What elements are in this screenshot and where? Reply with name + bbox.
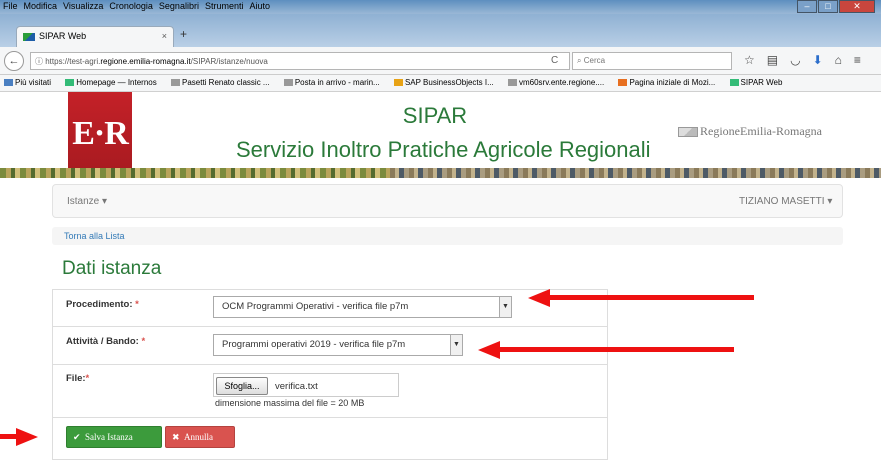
browser-menubar: File Modifica Visualizza Cronologia Segnalib… bbox=[0, 0, 881, 14]
bookmark-item[interactable]: Posta in arrivo - marin... bbox=[283, 78, 386, 87]
search-input[interactable]: ⌕ Cerca bbox=[572, 52, 732, 70]
attivita-label: Attività / Bando: * bbox=[66, 336, 146, 347]
procedimento-label: Procedimento: * bbox=[66, 299, 139, 310]
maximize-icon[interactable]: □ bbox=[818, 0, 838, 13]
url-bar[interactable]: ⓘ https://test-agri.regione.emilia-romag… bbox=[30, 52, 570, 70]
annotation-arrow-icon bbox=[528, 289, 550, 307]
check-icon: ✔ bbox=[73, 432, 81, 442]
sipar-favicon-icon bbox=[23, 32, 35, 41]
bookmark-item[interactable]: Homepage — Internos bbox=[65, 78, 163, 87]
menu-aiuto[interactable]: Aiuto bbox=[246, 0, 273, 12]
page-title: Dati istanza bbox=[62, 258, 162, 279]
bookmark-item[interactable]: SAP BusinessObjects I... bbox=[393, 78, 500, 87]
site-subtitle: Servizio Inoltro Pratiche Agricole Regio… bbox=[236, 137, 651, 162]
back-arrow-icon[interactable]: ← bbox=[4, 51, 24, 71]
home-icon[interactable]: ⌂ bbox=[835, 53, 842, 67]
procedimento-value: OCM Programmi Operativi - verifica file … bbox=[222, 301, 409, 312]
close-tab-icon[interactable]: × bbox=[162, 31, 167, 41]
menu-strumenti[interactable]: Strumenti bbox=[202, 0, 247, 12]
close-window-icon[interactable]: ✕ bbox=[839, 0, 875, 13]
form-row-divider bbox=[53, 326, 607, 327]
bookmark-item[interactable]: SIPAR Web bbox=[729, 78, 789, 87]
url-path: /SIPAR/istanze/nuova bbox=[190, 57, 268, 66]
header-photo-strip-right bbox=[390, 168, 881, 178]
region-logo: RegioneEmilia-Romagna bbox=[678, 124, 822, 139]
annotation-arrow-shaft bbox=[498, 347, 734, 352]
site-title: SIPAR bbox=[402, 103, 468, 128]
form-row-divider bbox=[53, 364, 607, 365]
annotation-arrow-shaft bbox=[0, 434, 16, 439]
minimize-icon[interactable]: – bbox=[797, 0, 817, 13]
menu-cronologia[interactable]: Cronologia bbox=[106, 0, 156, 12]
menu-file[interactable]: File bbox=[0, 0, 21, 12]
er-logo: E·R bbox=[68, 92, 132, 176]
save-button[interactable]: ✔ Salva Istanza bbox=[66, 426, 162, 448]
app-navbar bbox=[52, 184, 843, 218]
hamburger-menu-icon[interactable]: ≡ bbox=[854, 53, 861, 67]
search-placeholder: Cerca bbox=[583, 56, 606, 65]
menu-modifica[interactable]: Modifica bbox=[21, 0, 61, 12]
library-icon[interactable]: ▤ bbox=[767, 53, 778, 67]
star-icon[interactable]: ☆ bbox=[744, 53, 755, 67]
menu-visualizza[interactable]: Visualizza bbox=[60, 0, 106, 12]
new-tab-icon[interactable]: + bbox=[180, 27, 187, 41]
info-icon: ⓘ bbox=[35, 57, 43, 66]
form-row-divider bbox=[53, 417, 607, 418]
url-prefix: https://test-agri. bbox=[45, 57, 101, 66]
bookmark-item[interactable]: vm60srv.ente.regione.... bbox=[507, 78, 610, 87]
procedimento-select[interactable]: OCM Programmi Operativi - verifica file … bbox=[213, 296, 512, 318]
annotation-arrow-icon bbox=[478, 341, 500, 359]
bookmarks-bar: Più visitati Homepage — Internos Pasetti… bbox=[0, 75, 881, 92]
menu-segnalibri[interactable]: Segnalibri bbox=[156, 0, 202, 12]
chevron-down-icon: ▼ bbox=[499, 297, 511, 317]
window-controls: – □ ✕ bbox=[796, 0, 875, 14]
chevron-down-icon: ▼ bbox=[450, 335, 462, 355]
pocket-icon[interactable]: ◡ bbox=[790, 53, 800, 67]
annotation-arrow-icon bbox=[16, 428, 38, 446]
attivita-select[interactable]: Programmi operativi 2019 - verifica file… bbox=[213, 334, 463, 356]
tab-title: SIPAR Web bbox=[39, 31, 87, 41]
user-menu[interactable]: TIZIANO MASETTI ▾ bbox=[739, 196, 832, 207]
browse-button[interactable]: Sfoglia... bbox=[216, 377, 268, 395]
x-icon: ✖ bbox=[172, 432, 180, 442]
region-mark-icon bbox=[678, 127, 698, 138]
browser-tab[interactable]: SIPAR Web × bbox=[16, 26, 174, 47]
download-icon[interactable]: ⬇ bbox=[813, 53, 823, 67]
file-label: File:* bbox=[66, 373, 90, 384]
bookmark-item[interactable]: Pagina iniziale di Mozi... bbox=[618, 78, 721, 87]
attivita-value: Programmi operativi 2019 - verifica file… bbox=[222, 339, 406, 350]
breadcrumb-back-link[interactable]: Torna alla Lista bbox=[52, 227, 843, 245]
file-name: verifica.txt bbox=[275, 381, 318, 392]
istanze-menu[interactable]: Istanze ▾ bbox=[67, 196, 107, 207]
url-domain: regione.emilia-romagna.it bbox=[100, 57, 191, 66]
browser-toolbar-icons: ☆ ▤ ◡ ⬇ ⌂ ≡ bbox=[744, 53, 861, 67]
bookmark-item[interactable]: Pasetti Renato classic ... bbox=[170, 78, 276, 87]
reload-icon[interactable]: C bbox=[551, 55, 558, 66]
annotation-arrow-shaft bbox=[546, 295, 754, 300]
file-size-hint: dimensione massima del file = 20 MB bbox=[215, 398, 365, 408]
search-icon: ⌕ bbox=[577, 56, 582, 65]
cancel-button[interactable]: ✖ Annulla bbox=[165, 426, 235, 448]
bookmark-item[interactable]: Più visitati bbox=[4, 78, 57, 87]
